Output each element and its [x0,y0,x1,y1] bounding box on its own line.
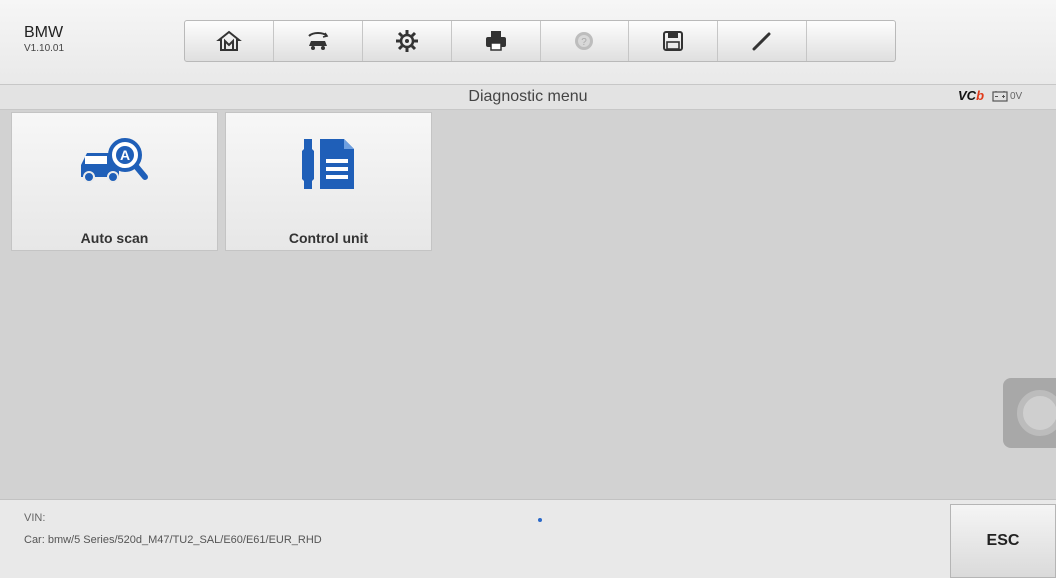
vehicle-swap-button[interactable] [274,21,363,61]
esc-button[interactable]: ESC [950,504,1056,578]
settings-button[interactable] [363,21,452,61]
home-button[interactable] [185,21,274,61]
title-bar: Diagnostic menu VCb 0V [0,84,1056,110]
control-unit-tile[interactable]: Control unit [225,112,432,251]
print-button[interactable] [452,21,541,61]
app-version: V1.10.01 [24,43,65,54]
svg-text:?: ? [582,37,588,48]
svg-text:A: A [119,147,129,163]
app-name: BMW [24,24,64,41]
save-icon [663,31,684,51]
vehicle-swap-icon [308,32,329,50]
edit-button[interactable] [718,21,808,61]
vin-label: VIN: [24,512,46,524]
edit-icon [752,32,771,51]
floating-circle-icon [1017,390,1056,436]
battery-icon [992,91,1008,102]
auto-scan-label: Auto scan [80,230,149,246]
save-button[interactable] [629,21,719,61]
print-icon [485,31,506,51]
page-title: Diagnostic menu [468,88,588,105]
page-indicator-dot [538,518,542,522]
battery-voltage: 0V [1010,90,1023,102]
vci-prefix: VC [958,88,977,103]
diagnostic-menu: A Auto scan Control unit [0,110,1056,499]
car-info: Car: bmw/5 Series/520d_M47/TU2_SAL/E60/E… [24,534,322,546]
toolbar-empty-slot [807,21,895,61]
settings-icon [395,30,418,52]
battery-status: 0V [992,90,1022,102]
toolbar: ? [184,20,896,62]
auto-scan-tile[interactable]: A Auto scan [11,112,218,251]
control-unit-label: Control unit [288,230,369,246]
floating-assistive-button[interactable] [1003,378,1056,448]
control-unit-icon [301,139,354,189]
bottom-bar: VIN: Car: bmw/5 Series/520d_M47/TU2_SAL/… [0,499,1056,578]
vci-status: VCb [958,88,984,103]
home-icon [216,30,242,51]
help-button[interactable]: ? [541,21,630,61]
vci-suffix: b [976,88,985,103]
app-title: BMW V1.10.01 [24,24,64,56]
auto-scan-icon: A [80,138,148,183]
top-bar: BMW V1.10.01 ? [0,0,1056,84]
help-icon: ? [575,32,594,50]
